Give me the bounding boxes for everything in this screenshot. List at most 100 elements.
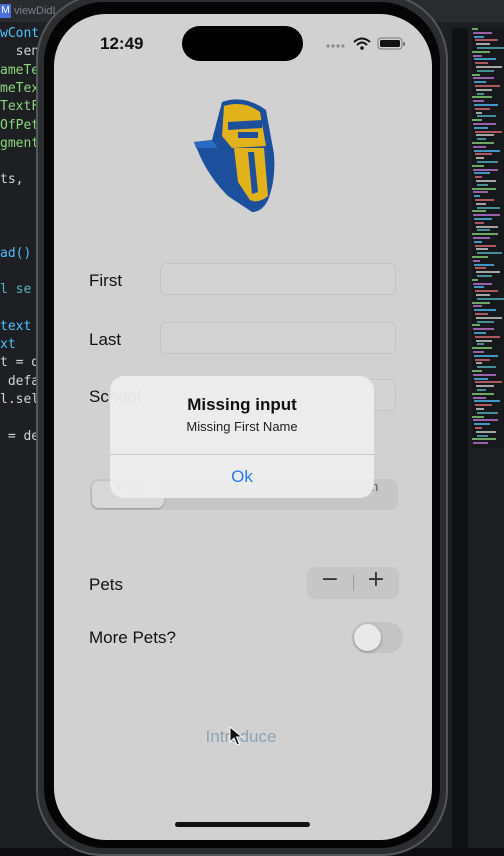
minimap-line bbox=[477, 252, 502, 255]
minimap-line bbox=[472, 164, 484, 167]
last-name-field[interactable] bbox=[160, 322, 396, 354]
minimap-line bbox=[473, 123, 496, 125]
minimap-line bbox=[472, 347, 492, 350]
code-line: t = d bbox=[0, 355, 40, 371]
minimap-line bbox=[475, 221, 484, 224]
minimap-line bbox=[476, 362, 482, 365]
minimap-line bbox=[474, 195, 480, 198]
minimap-line bbox=[475, 153, 492, 156]
dynamic-island bbox=[182, 26, 303, 61]
minimap-line bbox=[472, 256, 488, 258]
minimap-line bbox=[474, 149, 500, 152]
file-type-badge: M bbox=[0, 4, 11, 18]
code-line: xt bbox=[0, 337, 16, 353]
minimap-line bbox=[472, 210, 486, 213]
minimap-line bbox=[473, 77, 494, 80]
code-line: gment bbox=[0, 135, 40, 151]
minimap-line bbox=[475, 176, 482, 179]
toggle-knob bbox=[354, 624, 381, 651]
minimap-line bbox=[473, 31, 492, 34]
minimap-line bbox=[472, 28, 478, 30]
minimap-line bbox=[475, 244, 496, 247]
minimap-line bbox=[477, 320, 494, 323]
minimap-line bbox=[473, 442, 488, 445]
minimap-line bbox=[476, 66, 502, 68]
minimap-line bbox=[477, 229, 490, 232]
minimap-line bbox=[474, 240, 482, 243]
minimap-line bbox=[472, 96, 492, 99]
minimap-line bbox=[476, 180, 496, 182]
minimap-line bbox=[475, 290, 498, 293]
minimap-line bbox=[474, 104, 498, 106]
minimap-line bbox=[473, 168, 498, 171]
alert-message: Missing First Name bbox=[186, 419, 298, 434]
minimap-line bbox=[476, 134, 494, 137]
code-line: wCont bbox=[0, 26, 40, 41]
mouse-cursor-icon bbox=[229, 726, 243, 746]
code-line: defa bbox=[0, 373, 40, 389]
alert-divider bbox=[110, 454, 374, 455]
code-line: ad() bbox=[0, 245, 32, 261]
minimap-line bbox=[473, 282, 492, 285]
minimap-line bbox=[475, 427, 482, 429]
minimap-line bbox=[476, 111, 482, 114]
minimap-line bbox=[477, 434, 488, 437]
minimap-line bbox=[472, 187, 496, 190]
minimap-line bbox=[472, 119, 482, 122]
pets-decrement-button[interactable]: − bbox=[307, 567, 353, 599]
minimap-line bbox=[475, 313, 488, 315]
minimap-line bbox=[476, 294, 490, 296]
minimap-line bbox=[473, 305, 482, 308]
minimap-line bbox=[477, 297, 504, 300]
minimap-line bbox=[476, 385, 494, 388]
minimap-line bbox=[473, 191, 488, 194]
missing-input-alert: Missing input Missing First Name Ok bbox=[110, 376, 374, 498]
home-indicator[interactable] bbox=[175, 822, 310, 827]
minimap-line bbox=[474, 126, 488, 129]
minimap-line bbox=[477, 366, 496, 369]
code-line: meTex bbox=[0, 80, 40, 96]
code-line: TextF bbox=[0, 99, 40, 115]
minimap-line bbox=[473, 100, 484, 103]
minimap-line bbox=[474, 286, 484, 289]
minimap-line bbox=[476, 202, 486, 205]
minimap-line bbox=[475, 358, 490, 361]
knight-logo-icon bbox=[194, 99, 275, 212]
alert-ok-button[interactable]: Ok bbox=[110, 467, 374, 487]
pets-increment-button[interactable]: + bbox=[353, 567, 399, 599]
minimap-line bbox=[473, 419, 498, 422]
code-minimap[interactable] bbox=[472, 28, 504, 448]
minimap-line bbox=[477, 389, 486, 391]
minimap-line bbox=[476, 248, 488, 251]
minimap-line bbox=[473, 145, 486, 148]
minimap-line bbox=[474, 354, 498, 357]
minimap-line bbox=[476, 339, 492, 342]
minimap-line bbox=[475, 199, 494, 201]
minimap-line bbox=[475, 130, 502, 133]
more-pets-label: More Pets? bbox=[89, 628, 176, 647]
code-line: l.sel bbox=[0, 392, 40, 407]
more-pets-toggle[interactable] bbox=[352, 622, 403, 653]
minimap-line bbox=[474, 423, 490, 426]
status-icons bbox=[326, 37, 405, 50]
minimap-line bbox=[474, 35, 484, 38]
minimap-line bbox=[477, 206, 500, 209]
code-line: l se bbox=[0, 282, 32, 298]
minimap-line bbox=[474, 263, 494, 266]
cellular-signal-icon bbox=[326, 44, 345, 48]
minimap-line bbox=[474, 58, 496, 61]
minimap-line bbox=[477, 411, 498, 414]
app-screen: 12:49 First Last School bbox=[54, 14, 432, 840]
editor-gutter-strip bbox=[452, 28, 468, 848]
code-line: OfPet bbox=[0, 117, 40, 133]
minimap-line bbox=[472, 142, 494, 144]
minimap-line bbox=[472, 278, 478, 281]
first-name-field[interactable] bbox=[160, 263, 396, 295]
minimap-line bbox=[474, 309, 496, 312]
status-time: 12:49 bbox=[100, 34, 144, 53]
minimap-line bbox=[472, 370, 482, 372]
minimap-line bbox=[474, 81, 486, 84]
code-line: ameTe bbox=[0, 62, 40, 78]
minimap-line bbox=[472, 392, 494, 395]
minimap-line bbox=[475, 267, 486, 270]
